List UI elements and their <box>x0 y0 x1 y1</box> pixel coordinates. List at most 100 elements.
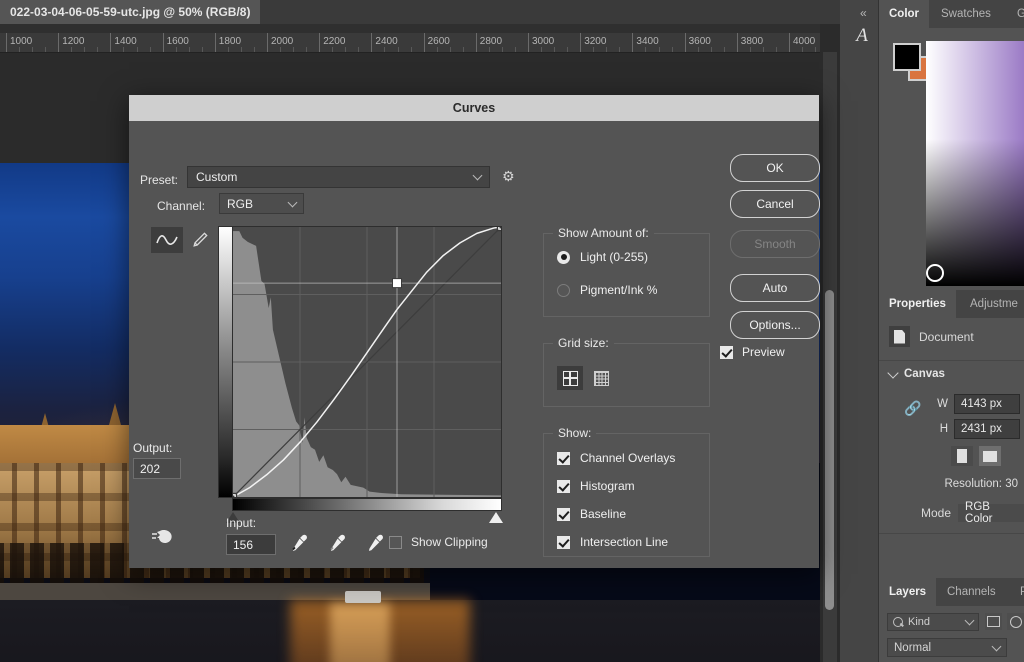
grid-ten-percent-icon[interactable] <box>588 366 614 390</box>
ruler-minor-tick <box>137 47 138 52</box>
curves-graph[interactable] <box>232 226 502 498</box>
checkbox-baseline[interactable]: Baseline <box>557 507 626 521</box>
filter-adjustment-icon[interactable] <box>1007 613 1024 630</box>
layer-filter-kind[interactable]: Kind <box>887 613 979 631</box>
filter-image-icon[interactable] <box>985 613 1002 630</box>
tab-paths[interactable]: P <box>1010 578 1024 606</box>
scrollbar-thumb[interactable] <box>825 290 834 610</box>
checkbox-histogram[interactable]: Histogram <box>557 479 635 493</box>
tab-layers[interactable]: Layers <box>879 578 936 606</box>
smooth-button-label: Smooth <box>754 237 795 251</box>
preview-row[interactable]: Preview <box>720 345 785 359</box>
radio-pigment-input[interactable] <box>557 284 570 297</box>
ruler-label: 2200 <box>319 36 345 47</box>
show-legend: Show: <box>553 426 596 440</box>
color-picker-marker[interactable] <box>926 264 944 282</box>
tab-swatches[interactable]: Swatches <box>931 0 1001 28</box>
chevron-down-icon <box>992 641 1002 651</box>
output-gradient-strip <box>218 226 233 498</box>
channel-select[interactable]: RGB <box>219 193 304 214</box>
ruler-label: 2000 <box>267 36 293 47</box>
width-input[interactable]: 4143 px <box>954 394 1020 414</box>
document-tab-title: 022-03-04-06-05-59-utc.jpg @ 50% (RGB/8) <box>10 5 250 19</box>
checkbox-histogram-label: Histogram <box>580 479 635 493</box>
color-mode-select[interactable]: RGB Color <box>958 504 1024 522</box>
tab-gradients[interactable]: Gr <box>1007 0 1024 28</box>
checkbox-channel-overlays-input[interactable] <box>557 452 570 465</box>
radio-light-input[interactable] <box>557 251 570 264</box>
grid-quarter-tone-icon[interactable] <box>557 366 583 390</box>
gray-point-eyedropper-icon[interactable] <box>327 533 347 553</box>
foreground-color-swatch[interactable] <box>893 43 921 71</box>
ruler-minor-tick <box>659 47 660 52</box>
options-button-label: Options... <box>749 318 800 332</box>
search-icon <box>893 617 903 627</box>
layers-panel-tabbar: Layers Channels P <box>879 578 1024 606</box>
ruler-minor-tick <box>176 47 177 52</box>
properties-divider <box>879 360 1024 361</box>
curve-hand-icon[interactable] <box>151 527 177 549</box>
canvas-vertical-scrollbar[interactable] <box>823 52 837 662</box>
ruler-label: 3000 <box>528 36 554 47</box>
tab-color[interactable]: Color <box>879 0 929 28</box>
preview-checkbox[interactable] <box>720 346 733 359</box>
orientation-buttons <box>951 446 1001 466</box>
canvas-width-row: W 4143 px X <box>936 394 1024 414</box>
black-point-eyedropper-icon[interactable] <box>289 533 309 553</box>
ruler-minor-tick <box>150 47 151 52</box>
preset-value: Custom <box>196 170 237 184</box>
ruler-minor-tick <box>45 47 46 52</box>
white-point-slider[interactable] <box>489 512 503 523</box>
ruler-minor-tick <box>711 47 712 52</box>
gear-icon[interactable]: ⚙ <box>502 168 515 185</box>
horizontal-ruler[interactable]: 1000120014001600180020002200240026002800… <box>0 33 840 53</box>
ruler-minor-tick <box>189 47 190 52</box>
checkbox-histogram-input[interactable] <box>557 480 570 493</box>
ok-button[interactable]: OK <box>730 154 820 182</box>
pencil-tool-icon[interactable] <box>187 227 213 253</box>
ruler-label: 3600 <box>685 36 711 47</box>
canvas-section-header[interactable]: Canvas <box>889 368 945 380</box>
options-button[interactable]: Options... <box>730 311 820 339</box>
checkbox-channel-overlays[interactable]: Channel Overlays <box>557 451 675 465</box>
document-tab[interactable]: 022-03-04-06-05-59-utc.jpg @ 50% (RGB/8) <box>0 0 260 24</box>
ruler-minor-tick <box>802 47 803 52</box>
tab-adjustments[interactable]: Adjustme <box>960 290 1024 318</box>
checkbox-intersection-line-input[interactable] <box>557 536 570 549</box>
collapse-panels-icon[interactable]: « <box>860 6 866 20</box>
ruler-spacer <box>0 24 840 33</box>
ruler-minor-tick <box>97 47 98 52</box>
checkbox-intersection-line[interactable]: Intersection Line <box>557 535 668 549</box>
radio-pigment[interactable]: Pigment/Ink % <box>557 283 657 297</box>
auto-button[interactable]: Auto <box>730 274 820 302</box>
show-clipping-row[interactable]: Show Clipping <box>389 535 488 549</box>
show-clipping-label: Show Clipping <box>411 535 488 549</box>
radio-light[interactable]: Light (0-255) <box>557 250 648 264</box>
blend-mode-select[interactable]: Normal <box>887 638 1007 657</box>
ruler-label: 3800 <box>737 36 763 47</box>
document-properties-row: Document <box>889 326 974 347</box>
cancel-button[interactable]: Cancel <box>730 190 820 218</box>
curves-dialog-titlebar[interactable]: Curves <box>129 95 819 121</box>
input-input[interactable]: 156 <box>226 534 276 555</box>
ruler-label: 1800 <box>215 36 241 47</box>
checkbox-baseline-label: Baseline <box>580 507 626 521</box>
output-input[interactable]: 202 <box>133 458 181 479</box>
landscape-orientation-icon[interactable] <box>979 446 1001 466</box>
white-point-eyedropper-icon[interactable] <box>365 533 385 553</box>
color-panel-body <box>879 28 1024 288</box>
color-field[interactable] <box>926 41 1024 286</box>
checkbox-baseline-input[interactable] <box>557 508 570 521</box>
show-clipping-checkbox[interactable] <box>389 536 402 549</box>
height-input[interactable]: 2431 px <box>954 419 1020 439</box>
portrait-orientation-icon[interactable] <box>951 446 973 466</box>
tab-properties[interactable]: Properties <box>879 290 956 318</box>
ruler-minor-tick <box>71 47 72 52</box>
tab-channels[interactable]: Channels <box>937 578 1006 606</box>
chevron-down-icon <box>887 367 898 378</box>
curve-tool-icon[interactable] <box>151 227 183 253</box>
radio-light-label: Light (0-255) <box>580 250 648 264</box>
link-dimensions-icon[interactable]: 🔗 <box>904 400 921 417</box>
type-tool-icon[interactable]: A <box>848 22 876 50</box>
preset-select[interactable]: Custom <box>187 166 490 188</box>
